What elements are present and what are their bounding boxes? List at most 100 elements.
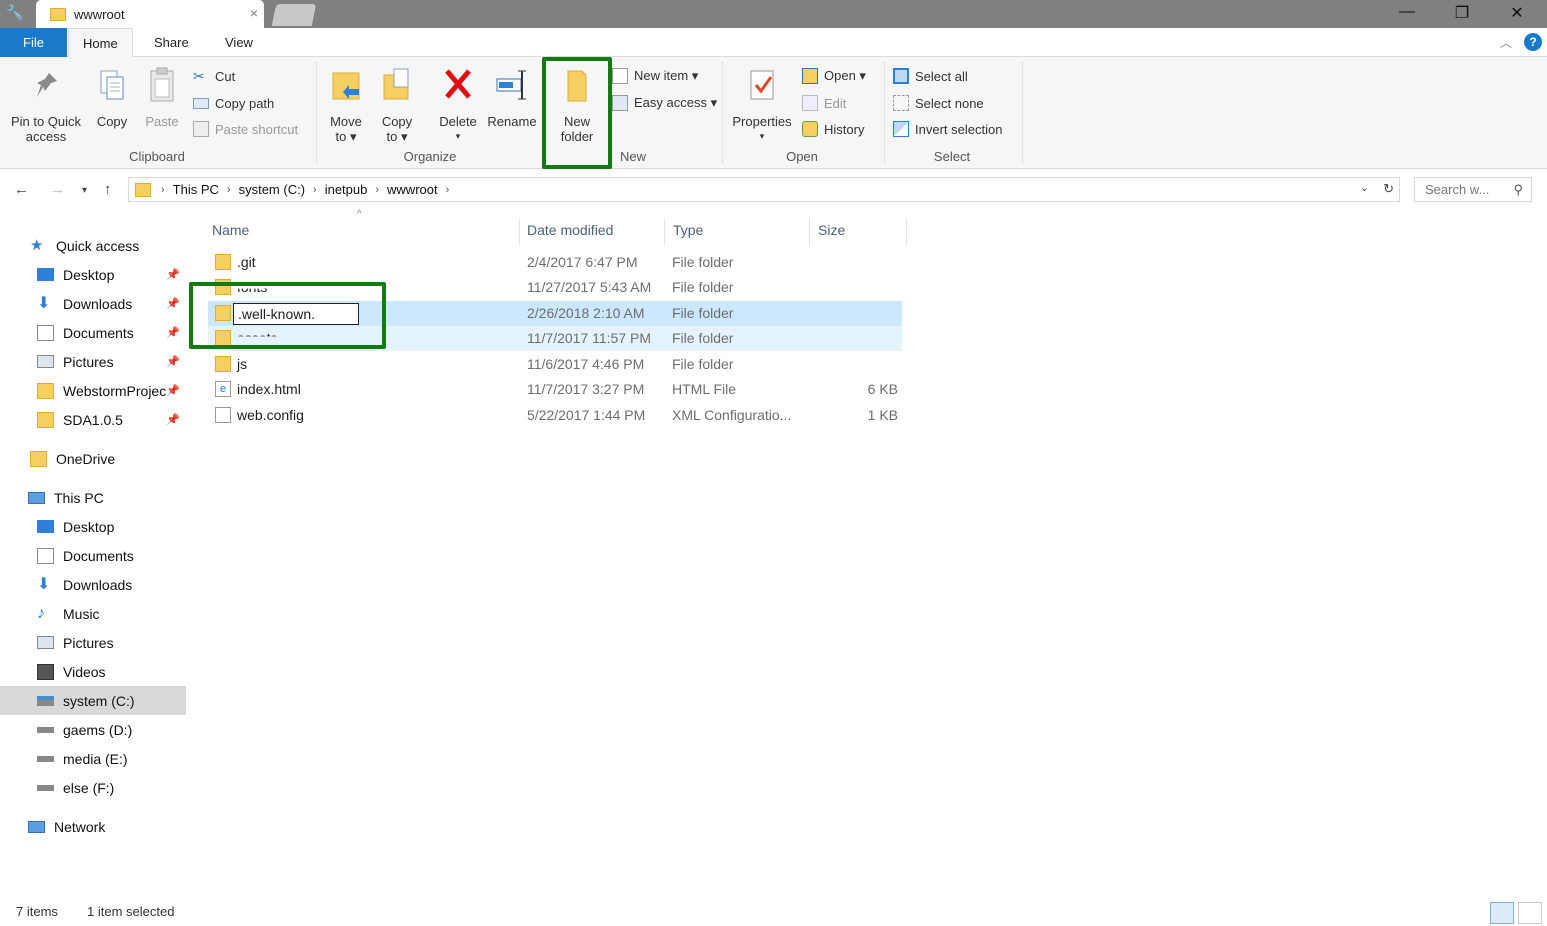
- sidebar-item-pc-pictures[interactable]: Pictures: [0, 628, 186, 657]
- column-header-type[interactable]: Type: [665, 218, 810, 246]
- sidebar-item-desktop[interactable]: Desktop 📌: [0, 260, 186, 289]
- select-group-label: Select: [933, 149, 971, 164]
- tab-view[interactable]: View: [211, 28, 267, 57]
- table-row[interactable]: js 11/6/2017 4:46 PM File folder: [208, 352, 902, 377]
- drive-icon: [37, 695, 54, 706]
- select-all-button[interactable]: Select all: [893, 66, 968, 86]
- column-header-size[interactable]: Size: [810, 218, 907, 246]
- paste-shortcut-button[interactable]: Paste shortcut: [193, 119, 298, 139]
- sidebar-item-pc-desktop[interactable]: Desktop: [0, 512, 186, 541]
- drive-icon: [37, 784, 54, 791]
- new-tab-button[interactable]: [271, 4, 317, 26]
- file-icon: [215, 407, 231, 423]
- pin-icon[interactable]: 📌: [166, 326, 180, 339]
- sidebar-item-network[interactable]: Network: [0, 812, 186, 841]
- move-folder-icon: [332, 72, 360, 100]
- ribbon: Pin to Quick access Copy Paste ✂ Cut Copy …: [0, 57, 1547, 169]
- sidebar-item-this-pc[interactable]: This PC: [0, 483, 186, 512]
- sidebar-item-onedrive[interactable]: OneDrive: [0, 444, 186, 473]
- pin-icon[interactable]: 📌: [166, 355, 180, 368]
- properties-button[interactable]: Properties ▾: [730, 65, 794, 144]
- collapse-ribbon-icon[interactable]: ︿: [1500, 34, 1512, 51]
- delete-x-icon: [445, 69, 471, 99]
- highlight-rename: [189, 282, 386, 349]
- recent-locations-icon[interactable]: ▾: [82, 185, 87, 196]
- sidebar-item-gaems-d[interactable]: gaems (D:): [0, 715, 186, 744]
- window-tab[interactable]: wwwroot ×: [36, 0, 264, 28]
- pin-icon[interactable]: 📌: [166, 297, 180, 310]
- tab-file[interactable]: File: [0, 28, 67, 57]
- table-row[interactable]: web.config 5/22/2017 1:44 PM XML Configu…: [208, 403, 902, 428]
- music-note-icon: ♪: [37, 604, 45, 622]
- easy-access-button[interactable]: Easy access ▾: [612, 93, 717, 113]
- sidebar-item-documents[interactable]: Documents 📌: [0, 318, 186, 347]
- breadcrumb-this-pc[interactable]: This PC: [173, 182, 219, 197]
- star-icon: ★: [30, 236, 44, 254]
- large-icons-view-button[interactable]: [1518, 902, 1542, 924]
- breadcrumb-wwwroot[interactable]: wwwroot: [387, 182, 438, 197]
- details-view-button[interactable]: [1490, 902, 1514, 924]
- help-icon[interactable]: ?: [1524, 33, 1542, 51]
- navigation-pane: ★ Quick access Desktop 📌 ⬇ Downloads 📌 Docum…: [0, 209, 188, 889]
- sidebar-item-downloads[interactable]: ⬇ Downloads 📌: [0, 289, 186, 318]
- highlight-new-folder: [542, 57, 612, 169]
- copy-folder-icon: [383, 68, 409, 100]
- new-item-button[interactable]: New item ▾: [612, 66, 698, 86]
- sidebar-item-music[interactable]: ♪ Music: [0, 599, 186, 628]
- sidebar-item-else-f[interactable]: else (F:): [0, 773, 186, 802]
- back-arrow-icon[interactable]: ←: [14, 181, 29, 198]
- edit-button[interactable]: Edit: [802, 93, 846, 113]
- select-all-icon: [893, 68, 909, 84]
- sidebar-item-media-e[interactable]: media (E:): [0, 744, 186, 773]
- sidebar-item-system-c[interactable]: system (C:): [0, 686, 186, 715]
- history-button[interactable]: History: [802, 119, 864, 139]
- search-input[interactable]: Search w... ⚲: [1414, 177, 1532, 202]
- sidebar-item-pc-documents[interactable]: Documents: [0, 541, 186, 570]
- table-row[interactable]: .git 2/4/2017 6:47 PM File folder: [208, 250, 902, 275]
- breadcrumb-inetpub[interactable]: inetpub: [325, 182, 368, 197]
- tab-close-icon[interactable]: ×: [250, 5, 258, 21]
- pin-icon[interactable]: 📌: [166, 413, 180, 426]
- maximize-button[interactable]: ❐: [1448, 3, 1476, 23]
- table-row[interactable]: e index.html 11/7/2017 3:27 PM HTML File…: [208, 377, 902, 402]
- sidebar-item-webstorm[interactable]: WebstormProjec 📌: [0, 376, 186, 405]
- breadcrumb-system-c[interactable]: system (C:): [239, 182, 305, 197]
- rename-icon: [496, 70, 526, 100]
- column-header-name[interactable]: Name: [208, 218, 520, 246]
- sidebar-item-sda[interactable]: SDA1.0.5 📌: [0, 405, 186, 434]
- column-header-date[interactable]: Date modified: [520, 218, 665, 246]
- tab-home[interactable]: Home: [68, 28, 133, 57]
- sidebar-item-videos[interactable]: Videos: [0, 657, 186, 686]
- copy-button[interactable]: Copy: [92, 65, 132, 129]
- refresh-icon[interactable]: ↻: [1383, 181, 1394, 197]
- pin-icon[interactable]: 📌: [166, 384, 180, 397]
- address-bar[interactable]: › This PC › system (C:) › inetpub › wwwr…: [128, 177, 1400, 202]
- scissors-icon: ✂: [193, 68, 205, 84]
- folder-icon: [37, 411, 54, 428]
- select-none-button[interactable]: Select none: [893, 93, 984, 113]
- cut-button[interactable]: ✂ Cut: [193, 66, 235, 86]
- rename-button[interactable]: Rename: [486, 65, 538, 129]
- paste-button[interactable]: Paste: [142, 65, 182, 129]
- address-dropdown-icon[interactable]: ⌄: [1360, 181, 1369, 194]
- copy-path-button[interactable]: Copy path: [193, 93, 274, 113]
- forward-arrow-icon[interactable]: →: [50, 181, 65, 198]
- film-icon: [37, 663, 54, 680]
- up-arrow-icon[interactable]: ↑: [104, 181, 112, 198]
- copy-to-button[interactable]: Copy to ▾: [377, 65, 417, 144]
- delete-button[interactable]: Delete ▾: [436, 65, 480, 144]
- tab-share[interactable]: Share: [140, 28, 203, 57]
- open-button[interactable]: Open ▾: [802, 66, 866, 86]
- invert-selection-button[interactable]: Invert selection: [893, 119, 1002, 139]
- pin-quick-access-button[interactable]: Pin to Quick access: [6, 65, 86, 144]
- move-to-button[interactable]: Move to ▾: [326, 65, 366, 144]
- new-item-icon: [612, 68, 628, 84]
- sidebar-item-pc-downloads[interactable]: ⬇ Downloads: [0, 570, 186, 599]
- minimize-button[interactable]: —: [1393, 3, 1421, 21]
- sidebar-item-pictures[interactable]: Pictures 📌: [0, 347, 186, 376]
- wrench-icon[interactable]: 🔧: [6, 4, 23, 21]
- sidebar-item-quick-access[interactable]: ★ Quick access: [0, 231, 186, 260]
- close-button[interactable]: ✕: [1503, 3, 1531, 23]
- paste-shortcut-icon: [193, 121, 209, 137]
- pin-icon[interactable]: 📌: [166, 268, 180, 281]
